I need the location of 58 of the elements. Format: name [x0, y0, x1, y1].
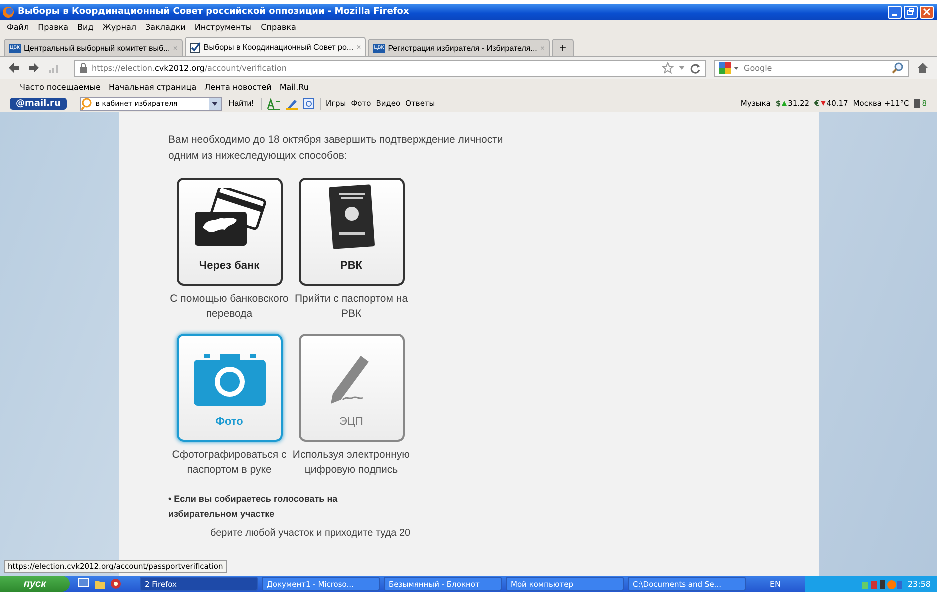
menu-item[interactable]: Правка	[38, 22, 69, 32]
body-text: берите любой участок и приходите туда 20	[210, 528, 412, 539]
google-icon	[719, 62, 741, 74]
start-button[interactable]: пуск	[0, 576, 70, 592]
minimize-button[interactable]	[888, 6, 902, 18]
address-bar[interactable]: https://election.cvk2012.org/account/verification	[74, 60, 706, 76]
up-arrow-icon	[782, 101, 788, 106]
lock-icon	[79, 63, 88, 73]
home-icon[interactable]	[917, 62, 929, 74]
down-arrow-icon	[820, 101, 826, 106]
restore-icon	[907, 8, 915, 16]
menu-item[interactable]: Вид	[78, 22, 94, 32]
font-size-icon[interactable]	[266, 98, 281, 110]
pencil-icon[interactable]	[286, 98, 298, 110]
firefox-icon	[3, 6, 14, 18]
reload-icon[interactable]	[690, 62, 701, 74]
bookmark-item[interactable]: Часто посещаемые	[20, 82, 101, 92]
bookmark-item[interactable]: Mail.Ru	[280, 82, 309, 92]
folder-icon[interactable]	[94, 578, 106, 590]
method-caption: Сфотографироваться с паспортом в руке	[171, 448, 288, 478]
desktop-icon[interactable]	[78, 578, 90, 590]
clock: 23:58	[908, 580, 931, 588]
method-button[interactable]: Через банк	[176, 178, 282, 286]
method-caption: Используя электронную цифровую подпись	[292, 448, 412, 478]
method-button[interactable]: РВК	[298, 178, 404, 286]
star-icon[interactable]	[662, 62, 674, 74]
mailru-logo[interactable]: @mail.ru	[10, 98, 67, 110]
find-button[interactable]: Найти!	[226, 99, 256, 108]
dropdown-icon[interactable]	[208, 98, 221, 110]
menu-item[interactable]: Журнал	[102, 22, 136, 32]
menu-item[interactable]: Инструменты	[194, 22, 252, 32]
method-caption: Прийти с паспортом на РВК	[294, 292, 410, 322]
search-icon[interactable]	[892, 62, 904, 74]
browser-icon[interactable]	[110, 578, 122, 590]
camera-icon	[194, 354, 266, 406]
back-icon[interactable]	[8, 62, 20, 74]
tray-icons[interactable]	[862, 578, 902, 590]
bookmark-item[interactable]: Начальная страница	[108, 82, 197, 92]
language-indicator[interactable]: EN	[770, 580, 782, 588]
restore-button[interactable]	[904, 6, 918, 18]
menu-item[interactable]: Закладки	[145, 22, 186, 32]
search-bar[interactable]: Google	[714, 60, 909, 76]
menu-item[interactable]: Справка	[261, 22, 296, 32]
method-caption: С помощью банковского перевода	[170, 292, 290, 322]
zoom-page-icon[interactable]	[302, 98, 315, 110]
bookmark-item[interactable]: Лента новостей	[204, 82, 272, 92]
magnifier-icon	[80, 98, 93, 110]
window-title: Выборы в Координационный Совет российской оппозиции - Mozilla Firefox	[18, 7, 410, 17]
browser-tab[interactable]: Выборы в Координационный Совет ро... ×	[184, 37, 366, 56]
new-tab-button[interactable]: +	[552, 39, 574, 56]
close-icon	[923, 8, 931, 16]
forward-icon[interactable]	[28, 62, 40, 74]
checkbox-icon	[190, 42, 201, 52]
bullet-heading: • Если вы собираетесь голосовать на избирательном участке	[168, 493, 339, 521]
menu-item[interactable]: Файл	[7, 22, 30, 32]
intro-text: Вам необходимо до 18 октября завершить подтверждение личности одним из нижеследующих способов:	[168, 133, 504, 164]
close-button[interactable]	[920, 6, 934, 18]
signal-icon	[48, 62, 60, 74]
